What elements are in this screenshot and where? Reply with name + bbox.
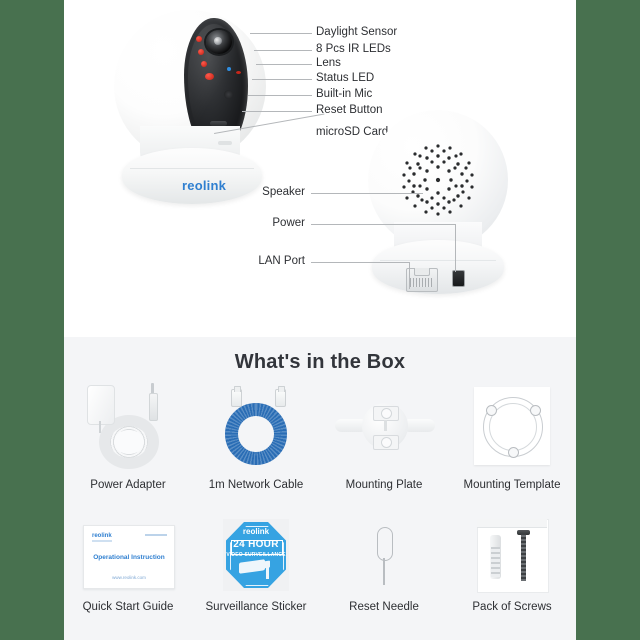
callout-label-daylight-sensor: Daylight Sensor — [316, 26, 398, 38]
ir-led-icon — [196, 36, 202, 42]
plate-screw-hole — [381, 408, 392, 419]
rear-base — [372, 240, 504, 294]
lens-icon — [206, 30, 232, 54]
template-card — [474, 387, 550, 465]
plate-screw-hole — [381, 437, 392, 448]
network-cable-icon — [201, 381, 311, 473]
microsd-slot-icon — [218, 141, 232, 145]
plate-pin — [384, 420, 387, 431]
base-seam — [130, 168, 254, 169]
guide-corner-rule — [145, 534, 167, 536]
callout-label-ir-leds: 8 Pcs IR LEDs — [316, 43, 391, 55]
box-item-surveillance-sticker: reolink 24 HOUR VIDEO SURVEILLANCE Surve… — [192, 517, 320, 613]
power-port-icon — [452, 270, 465, 287]
box-item-caption: Mounting Plate — [345, 479, 423, 491]
callout-label-speaker: Speaker — [262, 186, 305, 198]
needle-loop — [377, 527, 393, 561]
reolink-logo: reolink — [182, 178, 227, 193]
surveillance-sticker-icon: reolink 24 HOUR VIDEO SURVEILLANCE — [201, 517, 311, 595]
rj45-plug-icon — [231, 386, 242, 407]
leader-line-reset-button — [242, 111, 312, 112]
callout-label-lens: Lens — [316, 57, 341, 69]
leader-line-power-h — [311, 224, 455, 225]
guide-cover: reolink Operational Instruction www.reol… — [83, 525, 175, 589]
guide-footer: www.reolink.com — [112, 575, 146, 580]
box-item-caption: Quick Start Guide — [82, 601, 174, 613]
speaker-grille-icon — [402, 144, 474, 216]
leader-line-power-v — [455, 224, 456, 272]
leader-line-speaker — [311, 193, 423, 194]
guide-reolink-logo: reolink — [92, 533, 112, 539]
box-item-power-adapter: Power Adapter — [64, 381, 192, 491]
box-item-pack-of-screws: Pack of Screws — [448, 517, 576, 613]
ir-led-icon — [205, 73, 214, 80]
sticker-brand: reolink — [242, 527, 270, 536]
leader-line-lens — [256, 64, 312, 65]
box-item-reset-needle: Reset Needle — [320, 517, 448, 613]
mounting-plate-icon — [329, 381, 439, 473]
wall-anchor-icon — [490, 535, 501, 579]
lan-port-icon — [406, 268, 438, 292]
box-contents-grid: Power Adapter 1m Network Cable Mounting … — [64, 381, 576, 613]
box-item-caption: Reset Needle — [349, 601, 419, 613]
camera-diagram-panel: reolink Daylight Sensor 8 Pcs IR LEDs Le… — [64, 0, 576, 337]
template-hole-mark — [508, 447, 519, 458]
adapter-coil-center — [114, 430, 144, 454]
built-in-mic-icon — [224, 90, 233, 99]
power-adapter-icon — [73, 381, 183, 473]
adapter-wire — [99, 421, 101, 433]
box-item-caption: 1m Network Cable — [208, 479, 304, 491]
sticker-camera-pole — [266, 563, 269, 579]
box-item-network-cable: 1m Network Cable — [192, 381, 320, 491]
template-hole-mark — [486, 405, 497, 416]
box-item-caption: Surveillance Sticker — [205, 601, 307, 613]
needle-stem — [383, 558, 385, 585]
rj45-plug-icon — [275, 386, 286, 407]
leader-line-status-led — [252, 79, 312, 80]
callout-label-built-in-mic: Built-in Mic — [316, 88, 373, 100]
mounting-template-icon — [457, 381, 567, 473]
guide-title: Operational Instruction — [93, 554, 165, 561]
product-image-page: reolink Daylight Sensor 8 Pcs IR LEDs Le… — [64, 0, 576, 640]
callout-label-lan-port: LAN Port — [258, 255, 305, 267]
rear-camera-illustration — [344, 110, 544, 310]
callout-label-status-led: Status LED — [316, 72, 375, 84]
screws-bag — [477, 519, 549, 593]
box-item-quick-start-guide: reolink Operational Instruction www.reol… — [64, 517, 192, 613]
box-contents-row: Power Adapter 1m Network Cable Mounting … — [64, 381, 576, 491]
leader-line-lan-h — [311, 262, 409, 263]
callout-label-power: Power — [272, 217, 305, 229]
leader-line-daylight-sensor — [250, 33, 312, 34]
leader-line-lan-v — [409, 262, 410, 289]
leader-line-ir-leds — [254, 50, 312, 51]
reset-needle-icon — [329, 517, 439, 595]
box-item-caption: Pack of Screws — [472, 601, 552, 613]
daylight-sensor-icon — [236, 71, 241, 74]
box-item-caption: Mounting Template — [463, 479, 561, 491]
quick-start-guide-icon: reolink Operational Instruction www.reol… — [73, 517, 183, 595]
leader-line-built-in-mic — [248, 95, 312, 96]
sticker-subline: VIDEO SURVEILLANCE — [226, 552, 286, 558]
adapter-brick — [87, 385, 115, 425]
section-title: What's in the Box — [234, 351, 406, 373]
guide-logo-underline — [92, 540, 112, 542]
lan-port-pins — [410, 278, 432, 287]
whats-in-the-box-section: What's in the Box Power Adapter 1m Netwo… — [64, 337, 576, 640]
screws-pack-icon — [457, 517, 567, 595]
status-led-icon — [227, 67, 231, 71]
ir-led-icon — [201, 61, 207, 67]
box-item-mounting-template: Mounting Template — [448, 381, 576, 491]
ir-led-icon — [198, 49, 204, 55]
screws-bag-seal — [477, 519, 547, 528]
cable-coil-texture — [225, 403, 287, 465]
box-item-mounting-plate: Mounting Plate — [320, 381, 448, 491]
rear-base-seam — [380, 260, 496, 261]
box-contents-row: reolink Operational Instruction www.reol… — [64, 517, 576, 613]
box-item-caption: Power Adapter — [90, 479, 166, 491]
sticker-backing: reolink 24 HOUR VIDEO SURVEILLANCE — [223, 519, 289, 591]
sticker-headline: 24 HOUR — [233, 539, 279, 550]
screw-icon — [521, 533, 526, 581]
adapter-plug — [149, 393, 158, 421]
template-hole-mark — [530, 405, 541, 416]
